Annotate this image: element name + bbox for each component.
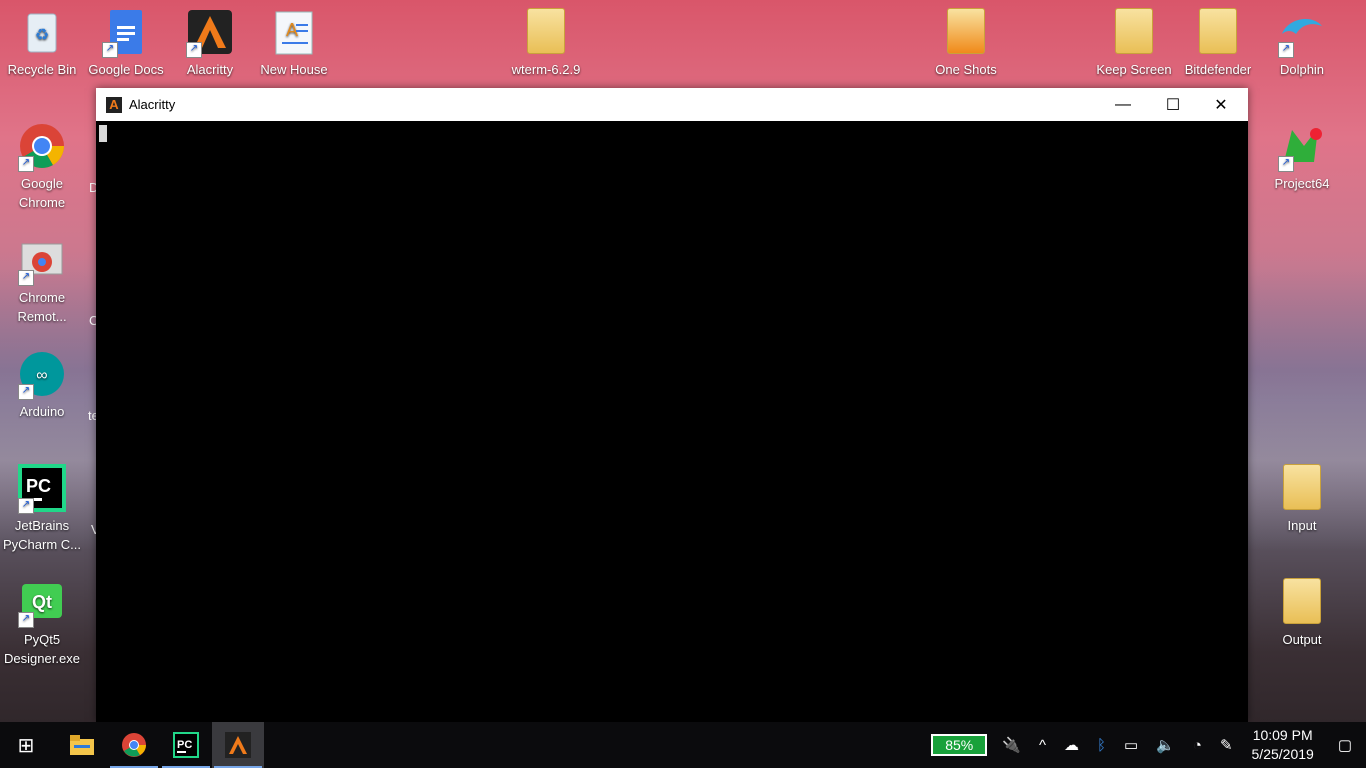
desktop-icon-one-shots[interactable]: One Shots (924, 0, 1008, 79)
desktop-icon-label: New House (260, 62, 328, 77)
taskbar-chrome[interactable] (108, 722, 160, 768)
chrome-remote-desktop-icon: ↗ (18, 236, 66, 286)
alacritty-icon: ↗ (186, 8, 234, 58)
folder-icon (1110, 8, 1158, 56)
battery-saver-icon[interactable]: ▭ (1115, 736, 1147, 754)
file-explorer-icon (70, 735, 94, 755)
shortcut-arrow-icon: ↗ (18, 156, 34, 172)
close-button[interactable]: ✕ (1198, 88, 1244, 121)
folder-icon (1194, 8, 1242, 56)
wifi-icon[interactable]: ◔ (1184, 737, 1211, 754)
taskbar-file-explorer[interactable] (56, 722, 108, 768)
desktop-icon-label: PyQt5 Designer.exe (4, 632, 80, 666)
shortcut-arrow-icon: ↗ (18, 384, 34, 400)
shortcut-arrow-icon: ↗ (1278, 156, 1294, 172)
alacritty-window[interactable]: A Alacritty — ☐ ✕ (96, 88, 1248, 722)
pen-icon[interactable]: ✎ (1211, 736, 1242, 754)
desktop-icon-alacritty[interactable]: ↗ Alacritty (168, 0, 252, 79)
volume-icon[interactable]: 🔈 (1147, 736, 1184, 754)
minimize-button[interactable]: — (1100, 88, 1146, 121)
desktop-icon-label: Chrome Remot... (17, 290, 67, 324)
desktop-icon-label: Dolphin (1279, 62, 1325, 77)
chrome-icon (122, 733, 146, 757)
window-titlebar[interactable]: A Alacritty — ☐ ✕ (96, 88, 1248, 121)
svg-text:Qt: Qt (32, 592, 52, 612)
taskbar-alacritty[interactable] (212, 722, 264, 768)
clock-date: 5/25/2019 (1251, 746, 1314, 762)
desktop-icon-chrome-remote[interactable]: ↗ Chrome Remot... (0, 228, 84, 326)
arduino-icon: ∞ ↗ (18, 350, 66, 400)
shortcut-arrow-icon: ↗ (18, 270, 34, 286)
start-button[interactable]: ⊞ (0, 722, 52, 768)
svg-text:∞: ∞ (36, 367, 47, 384)
dolphin-icon: ↗ (1278, 8, 1326, 58)
vlc-folder-icon (942, 8, 990, 56)
folder-icon (1278, 464, 1326, 512)
google-docs-icon: ↗ (102, 8, 150, 58)
window-title: Alacritty (129, 97, 176, 112)
shortcut-arrow-icon: ↗ (102, 42, 118, 58)
desktop-icon-arduino[interactable]: ∞ ↗ Arduino (0, 342, 84, 421)
plug-icon[interactable]: 🔌 (993, 736, 1030, 754)
recycle-bin-icon: ♻ (18, 8, 66, 56)
desktop-icon-google-chrome[interactable]: ↗ Google Chrome (0, 114, 84, 212)
pycharm-icon: PC ↗ (18, 464, 66, 514)
chrome-icon: ↗ (18, 122, 66, 172)
clock[interactable]: 10:09 PM 5/25/2019 (1242, 726, 1324, 764)
desktop-icon-wterm[interactable]: wterm-6.2.9 (504, 0, 588, 79)
desktop-icon-label: One Shots (935, 62, 997, 77)
shortcut-arrow-icon: ↗ (1278, 42, 1294, 58)
svg-text:PC: PC (177, 739, 192, 751)
shortcut-arrow-icon: ↗ (18, 498, 34, 514)
taskbar-pycharm[interactable]: PC (160, 722, 212, 768)
pycharm-icon: PC (173, 732, 199, 758)
desktop-icon-label: Google Chrome (18, 176, 66, 210)
bluetooth-icon[interactable]: ᛒ (1088, 737, 1115, 754)
qt-designer-icon: Qt ↗ (18, 578, 66, 628)
alacritty-icon (225, 732, 251, 758)
desktop-icon-input[interactable]: Input (1260, 456, 1344, 535)
desktop-icon-label: wterm-6.2.9 (511, 62, 581, 77)
desktop-icon-pyqt5-designer[interactable]: Qt ↗ PyQt5 Designer.exe (0, 570, 84, 668)
desktop-icon-pycharm[interactable]: PC ↗ JetBrains PyCharm C... (0, 456, 84, 554)
wordpad-document-icon: A (270, 8, 318, 56)
desktop-icon-label: Alacritty (186, 62, 234, 77)
desktop-icon-project64[interactable]: ↗ Project64 (1260, 114, 1344, 193)
taskbar: ⊞ PC 85% 🔌 ^ ☁ ᛒ ▭ 🔈 ◔ ✎ 10:09 PM 5/25/2… (0, 722, 1366, 768)
folder-icon (1278, 578, 1326, 626)
terminal-cursor (99, 125, 107, 142)
system-tray: 85% 🔌 ^ ☁ ᛒ ▭ 🔈 ◔ ✎ 10:09 PM 5/25/2019 ▢ (931, 722, 1366, 768)
desktop-icon-label: Keep Screen (1096, 62, 1172, 77)
desktop-icon-new-house[interactable]: A New House (252, 0, 336, 79)
desktop-icon-label: Google Docs (88, 62, 164, 77)
desktop-icon-bitdefender[interactable]: Bitdefender (1176, 0, 1260, 79)
cloud-upload-icon[interactable]: ☁ (1055, 736, 1088, 754)
desktop-icon-output[interactable]: Output (1260, 570, 1344, 649)
desktop-icon-recycle-bin[interactable]: ♻ Recycle Bin (0, 0, 84, 79)
svg-text:♻: ♻ (35, 27, 49, 44)
desktop-icon-label: Output (1282, 632, 1322, 647)
windows-start-icon: ⊞ (17, 734, 35, 757)
desktop-icon-google-docs[interactable]: ↗ Google Docs (84, 0, 168, 79)
shortcut-arrow-icon: ↗ (18, 612, 34, 628)
alacritty-icon: A (106, 96, 122, 113)
battery-indicator[interactable]: 85% (931, 734, 988, 756)
desktop-icon-keep-screen[interactable]: Keep Screen (1092, 0, 1176, 79)
desktop-icon-label: JetBrains PyCharm C... (2, 518, 81, 552)
desktop-icon-label: Arduino (19, 404, 65, 419)
desktop-icon-label: Bitdefender (1184, 62, 1252, 77)
shortcut-arrow-icon: ↗ (186, 42, 202, 58)
desktop-icon-dolphin[interactable]: ↗ Dolphin (1260, 0, 1344, 79)
svg-text:PC: PC (26, 476, 51, 496)
project64-icon: ↗ (1278, 122, 1326, 172)
chevron-up-icon[interactable]: ^ (1030, 737, 1055, 754)
desktop-icon-label: Project64 (1274, 176, 1330, 191)
clock-time: 10:09 PM (1252, 727, 1313, 743)
folder-icon (522, 8, 570, 56)
maximize-button[interactable]: ☐ (1150, 88, 1196, 121)
desktop-icon-label: Input (1287, 518, 1317, 533)
desktop-icon-label: Recycle Bin (7, 62, 77, 77)
action-center-icon[interactable]: ▢ (1324, 736, 1366, 754)
